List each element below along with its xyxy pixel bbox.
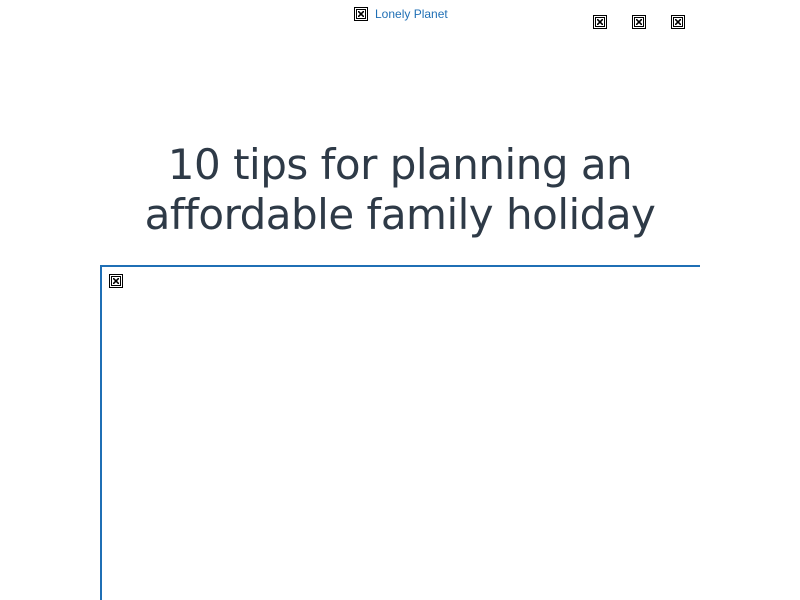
page: Lonely Planet 10 tips for planning an af… — [0, 0, 800, 600]
header-action-2-broken-image-icon[interactable] — [632, 15, 646, 29]
hero-image-frame — [100, 265, 700, 600]
article-title: 10 tips for planning an affordable famil… — [144, 140, 656, 239]
logo-broken-image-icon[interactable] — [354, 7, 368, 21]
header-action-1-broken-image-icon[interactable] — [593, 15, 607, 29]
brand-link[interactable]: Lonely Planet — [375, 7, 448, 21]
hero-broken-image-icon — [109, 274, 123, 288]
header-action-3-broken-image-icon[interactable] — [671, 15, 685, 29]
